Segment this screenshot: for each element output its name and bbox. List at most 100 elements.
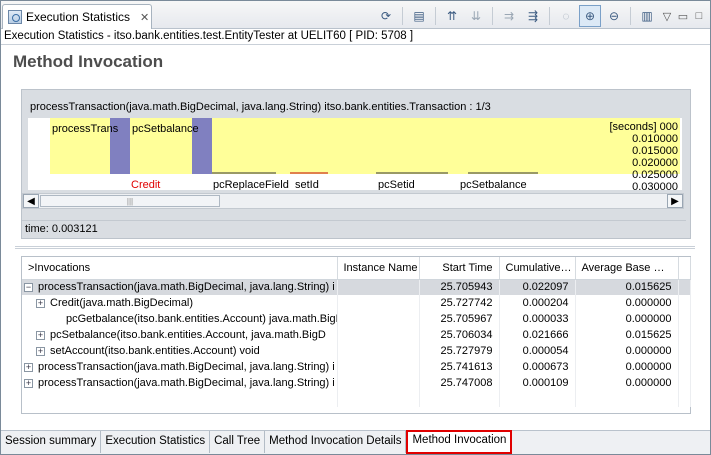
y-axis-tick: 0.010000 <box>632 133 678 145</box>
invocation-cell[interactable]: + pcSetbalance(itso.bank.entities.Account… <box>22 327 338 343</box>
scrollbar-thumb[interactable]: ||| <box>40 195 220 207</box>
sort-descending-icon[interactable]: ⇊ <box>465 5 487 27</box>
column-header-invocations[interactable]: >Invocations <box>22 257 338 280</box>
y-axis-tick: [seconds] 000 <box>609 121 679 133</box>
column-header-average-base[interactable]: Average Base … <box>575 257 679 280</box>
table-row[interactable]: + processTransaction(java.math.BigDecimal… <box>22 359 691 375</box>
table-row[interactable]: + processTransaction(java.math.BigDecimal… <box>22 375 691 391</box>
y-axis-tick: 0.020000 <box>632 157 678 169</box>
instance-name-cell <box>337 295 420 311</box>
cumulative-cell: 0.022097 <box>499 279 576 295</box>
invocation-graph-canvas[interactable]: processTrans pcSetbalance Credit pcRepla… <box>28 118 682 190</box>
tab-session-summary[interactable]: Session summary <box>1 431 102 453</box>
scroll-right-icon[interactable]: ▶ <box>667 194 683 208</box>
column-header-cumulative[interactable]: Cumulative… <box>499 257 576 280</box>
graph-label-pcreplacefield: pcReplaceField <box>213 179 289 190</box>
filler-cell <box>678 279 691 295</box>
zoom-in-icon[interactable]: ⊕ <box>579 5 601 27</box>
table-row[interactable]: − processTransaction(java.math.BigDecimal… <box>22 279 691 295</box>
instance-name-cell <box>337 279 420 295</box>
collapse-icon[interactable]: − <box>24 282 33 292</box>
expand-icon[interactable]: + <box>36 298 45 308</box>
average-base-cell: 0.015625 <box>575 279 679 295</box>
view-menu-icon[interactable]: ▽ <box>660 9 674 23</box>
toolbar-separator <box>549 7 550 25</box>
graph-header: processTransaction(java.math.BigDecimal,… <box>30 101 491 113</box>
export-icon[interactable]: ▥ <box>636 5 658 27</box>
filler-cell <box>678 327 691 343</box>
invocation-cell[interactable]: + processTransaction(java.math.BigDecimal… <box>22 375 338 391</box>
zoom-fit-icon[interactable]: ◌ <box>555 5 577 27</box>
filler-cell <box>678 375 691 391</box>
expand-icon[interactable]: + <box>24 378 33 388</box>
graph-horizontal-scrollbar[interactable]: ◀ ||| ▶ <box>22 193 684 209</box>
page-title: Method Invocation <box>13 52 164 71</box>
expand-icon[interactable]: + <box>36 346 45 356</box>
invocation-name: processTransaction(java.math.BigDecimal,… <box>38 281 335 294</box>
tab-call-tree[interactable]: Call Tree <box>210 431 266 453</box>
open-source-icon[interactable]: ▤ <box>408 5 430 27</box>
toolbar-separator <box>492 7 493 25</box>
tab-method-invocation[interactable]: Method Invocation <box>406 430 513 454</box>
invocation-graph-svg: processTrans pcSetbalance Credit pcRepla… <box>50 118 680 190</box>
graph-label-pcsetbalance-bottom: pcSetbalance <box>460 179 527 190</box>
maximize-icon[interactable]: □ <box>692 9 706 23</box>
execution-statistics-view: Execution Statistics ✕ ⟳ ▤ ⇈ ⇊ ⇉ ⇶ ◌ ⊕ ⊖… <box>0 0 711 455</box>
view-tab-execution-statistics[interactable]: Execution Statistics ✕ <box>2 4 152 29</box>
column-header-start-time[interactable]: Start Time <box>419 257 500 280</box>
start-time-cell: 25.747008 <box>419 375 500 391</box>
instance-name-cell <box>337 375 420 391</box>
toolbar-separator <box>402 7 403 25</box>
invocation-cell[interactable]: + setAccount(itso.bank.entities.Account) … <box>22 343 338 359</box>
cumulative-cell: 0.000673 <box>499 359 576 375</box>
invocation-name: pcSetbalance(itso.bank.entities.Account,… <box>50 329 326 341</box>
start-time-cell: 25.741613 <box>419 359 500 375</box>
invocation-cell[interactable]: pcGetbalance(itso.bank.entities.Account)… <box>22 311 338 327</box>
table-header-row: >Invocations Instance Name Start Time Cu… <box>22 257 691 280</box>
filler-cell <box>678 295 691 311</box>
show-callees-icon[interactable]: ⇶ <box>522 5 544 27</box>
refresh-icon[interactable]: ⟳ <box>375 5 397 27</box>
start-time-cell: 25.706034 <box>419 327 500 343</box>
invocations-table: >Invocations Instance Name Start Time Cu… <box>21 256 691 414</box>
view-status-line: Execution Statistics - itso.bank.entitie… <box>4 30 414 42</box>
expand-icon[interactable]: + <box>36 330 45 340</box>
table-row[interactable]: + Credit(java.math.BigDecimal) 25.727742 0.… <box>22 295 691 311</box>
graph-label-setid: setId <box>295 179 319 190</box>
instance-name-cell <box>337 343 420 359</box>
tab-execution-statistics[interactable]: Execution Statistics <box>101 431 211 453</box>
y-axis-tick: 0.030000 <box>632 181 678 190</box>
tab-method-invocation-details[interactable]: Method Invocation Details <box>265 431 407 453</box>
column-header-instance-name[interactable]: Instance Name <box>337 257 420 280</box>
view-tab-label: Execution Statistics <box>26 10 131 24</box>
column-header-filler <box>678 257 691 280</box>
graph-label-credit: Credit <box>131 179 160 190</box>
zoom-out-icon[interactable]: ⊖ <box>603 5 625 27</box>
table-row[interactable]: + pcSetbalance(itso.bank.entities.Account… <box>22 327 691 343</box>
average-base-cell: 0.000000 <box>575 343 679 359</box>
sort-ascending-icon[interactable]: ⇈ <box>441 5 463 27</box>
average-base-cell: 0.000000 <box>575 359 679 375</box>
average-base-cell: 0.015625 <box>575 327 679 343</box>
show-callers-icon[interactable]: ⇉ <box>498 5 520 27</box>
invocation-name: setAccount(itso.bank.entities.Account) v… <box>50 345 260 357</box>
invocation-cell[interactable]: + Credit(java.math.BigDecimal) <box>22 295 338 311</box>
y-axis-tick: 0.015000 <box>632 145 678 157</box>
instance-name-cell <box>337 359 420 375</box>
start-time-cell: 25.727742 <box>419 295 500 311</box>
table-row[interactable]: pcGetbalance(itso.bank.entities.Account)… <box>22 311 691 327</box>
divider <box>1 44 710 45</box>
start-time-cell: 25.727979 <box>419 343 500 359</box>
expand-icon[interactable]: + <box>24 362 33 372</box>
close-icon[interactable]: ✕ <box>140 11 149 24</box>
panel-sash[interactable] <box>15 246 695 249</box>
filler-cell <box>678 311 691 327</box>
invocation-cell[interactable]: + processTransaction(java.math.BigDecimal… <box>22 359 338 375</box>
invocation-cell[interactable]: − processTransaction(java.math.BigDecimal… <box>22 279 338 295</box>
average-base-cell: 0.000000 <box>575 311 679 327</box>
table-row[interactable]: + setAccount(itso.bank.entities.Account) … <box>22 343 691 359</box>
y-axis-labels: [seconds] 000 0.010000 0.015000 0.020000… <box>610 121 679 190</box>
graph-label-pcsetid: pcSetid <box>378 179 415 190</box>
scroll-left-icon[interactable]: ◀ <box>23 194 39 208</box>
minimize-icon[interactable]: ▭ <box>676 9 690 23</box>
